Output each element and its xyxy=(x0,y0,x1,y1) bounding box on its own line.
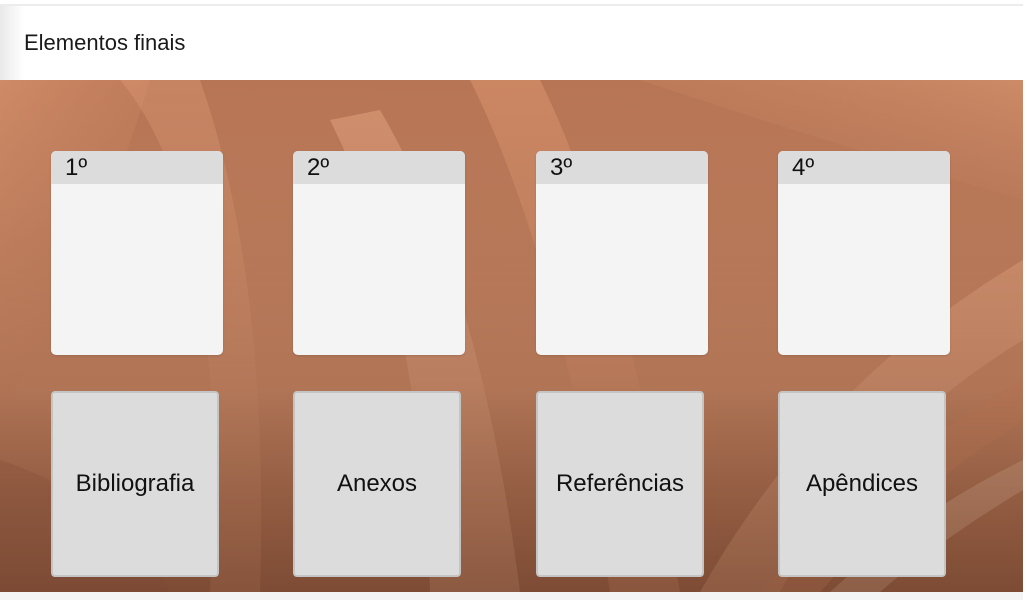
draggable-card-referencias[interactable]: Referências xyxy=(536,391,704,577)
card-label: Bibliografia xyxy=(75,470,195,497)
drop-slot-2[interactable]: 2º xyxy=(293,151,465,355)
footer-strip xyxy=(0,592,1023,600)
draggable-card-anexos[interactable]: Anexos xyxy=(293,391,461,577)
drag-drop-stage: 1º 2º 3º 4º Bibliografia Anexos Referênc… xyxy=(0,80,1023,592)
drop-slot-number: 1º xyxy=(65,154,88,181)
card-label: Referências xyxy=(555,470,685,497)
right-edge xyxy=(1023,0,1027,600)
activity-title: Elementos finais xyxy=(24,30,186,55)
drop-slot-number: 3º xyxy=(550,154,573,181)
drop-slot-4[interactable]: 4º xyxy=(778,151,950,355)
draggable-card-apendices[interactable]: Apêndices xyxy=(778,391,946,577)
drop-slot-3[interactable]: 3º xyxy=(536,151,708,355)
drop-slot-number: 4º xyxy=(792,154,815,181)
draggable-card-bibliografia[interactable]: Bibliografia xyxy=(51,391,219,577)
header-shadow xyxy=(0,6,24,80)
activity-frame: Elementos finais 1º 2º 3º 4º Bibliografi… xyxy=(0,0,1023,600)
drop-slot-1[interactable]: 1º xyxy=(51,151,223,355)
card-label: Anexos xyxy=(336,470,418,497)
card-label: Apêndices xyxy=(805,470,919,497)
drop-slot-number: 2º xyxy=(307,154,330,181)
